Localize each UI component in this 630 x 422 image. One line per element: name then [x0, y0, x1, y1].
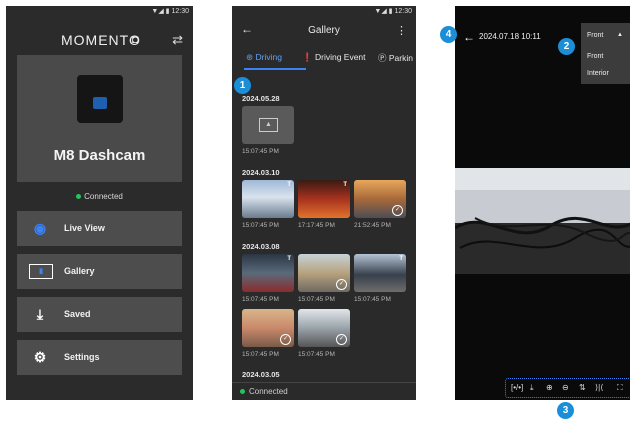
flip-vertical-icon[interactable]: ⇅ — [579, 383, 586, 392]
gallery-title: Gallery — [308, 25, 340, 36]
saved-label: Saved — [64, 309, 91, 319]
thumbnail-time: 15:07:45 PM — [242, 296, 279, 303]
thumbnail-time: 15:07:45 PM — [298, 296, 335, 303]
settings-label: Settings — [64, 352, 100, 362]
parking-icon: Ⓟ — [378, 53, 387, 63]
gallery-tabs: ⊛ Driving ❗ Driving Event Ⓟ Parkin — [232, 46, 416, 70]
date-header: 2024.05.28 — [242, 94, 280, 103]
thumbnail-time: 17:17:45 PM — [298, 222, 335, 229]
video-thumbnail[interactable]: T — [354, 254, 406, 292]
callout-1: 1 — [234, 77, 251, 94]
callout-4: 4 — [440, 26, 457, 43]
playback-controls: [•/•] ⤓ ⊕ ⊖ ⇅ ⟩|⟨ ⛶ — [505, 378, 630, 398]
switch-icon[interactable]: ⇄ — [172, 32, 183, 48]
video-frame-image — [455, 168, 630, 274]
gallery-label: Gallery — [64, 266, 95, 276]
video-thumbnail[interactable]: ✓ — [242, 309, 294, 347]
status-time: 12:30 — [171, 8, 189, 15]
video-thumbnail[interactable]: T — [298, 180, 350, 218]
thumbnail-time: 21:52:45 PM — [354, 222, 391, 229]
camera-option-interior[interactable]: Interior — [587, 70, 609, 77]
badge-label: T — [287, 182, 291, 188]
connection-footer: Connected — [232, 382, 416, 400]
dashcam-image — [77, 75, 123, 123]
gallery-screen: ▼◢ ▮ 12:30 ← Gallery ⋮ ⊛ Driving ❗ Drivi… — [232, 6, 416, 400]
video-thumbnail[interactable]: ✓ — [354, 180, 406, 218]
zoom-in-icon[interactable]: ⊕ — [546, 383, 553, 392]
live-view-button[interactable]: ◉ Live View — [17, 211, 182, 246]
camera-option-front[interactable]: Front — [587, 53, 603, 60]
active-tab-indicator — [244, 68, 306, 70]
settings-button[interactable]: ⚙ Settings — [17, 340, 182, 375]
callout-2: 2 — [558, 38, 575, 55]
alert-icon: ❗ — [302, 52, 313, 62]
badge-label: T — [287, 256, 291, 262]
flip-horizontal-icon[interactable]: ⟩|⟨ — [595, 383, 603, 392]
placeholder-thumbnail[interactable]: ▲ — [242, 106, 294, 144]
gallery-header: ← Gallery ⋮ — [232, 18, 416, 46]
gears-icon: ⚙ — [33, 349, 47, 365]
camera-brand-icon: ◘ — [132, 34, 140, 46]
download-icon: ⤓ — [36, 306, 44, 322]
connection-label: Connected — [84, 192, 123, 201]
callout-3: 3 — [557, 402, 574, 419]
tab-parking[interactable]: Ⓟ Parkin — [378, 52, 413, 64]
saved-button[interactable]: ⤓ Saved — [17, 297, 182, 332]
tab-parking-label: Parkin — [388, 53, 413, 63]
tab-driving-event-label: Driving Event — [314, 52, 366, 62]
connected-dot-icon — [240, 389, 245, 395]
tab-driving-event[interactable]: ❗ Driving Event — [302, 52, 366, 63]
check-icon: ✓ — [336, 279, 347, 290]
gallery-icon: ▮ — [29, 264, 53, 279]
fullscreen-icon[interactable]: ⛶ — [617, 383, 623, 393]
camera-selected: Front — [587, 32, 604, 39]
image-placeholder-icon: ▲ — [259, 118, 278, 132]
video-thumbnail[interactable]: ✓ — [298, 254, 350, 292]
date-header: 2024.03.10 — [242, 168, 280, 177]
brand-row: MOMENTO ◘ ⇄ — [6, 18, 193, 56]
caret-up-icon: ▲ — [617, 32, 623, 38]
steering-icon: ⊛ — [246, 52, 254, 62]
date-header: 2024.03.08 — [242, 242, 280, 251]
footer-status: Connected — [249, 387, 288, 396]
live-view-label: Live View — [64, 223, 105, 233]
video-timestamp: 2024.07.18 10:11 — [479, 32, 541, 41]
back-arrow-icon[interactable]: ← — [463, 30, 475, 44]
date-header: 2024.03.05 — [242, 370, 280, 379]
more-icon[interactable]: ⋮ — [396, 24, 407, 37]
check-icon: ✓ — [336, 334, 347, 345]
home-screen: ▼◢ ▮ 12:30 MOMENTO ◘ ⇄ M8 Dashcam Connect… — [6, 6, 193, 400]
gallery-button[interactable]: ▮ Gallery — [17, 254, 182, 289]
status-bar: ▼◢ ▮ 12:30 — [374, 8, 412, 15]
video-thumbnail[interactable]: T — [242, 254, 294, 292]
video-thumbnail[interactable]: ✓ — [298, 309, 350, 347]
check-icon: ✓ — [280, 334, 291, 345]
split-view-icon[interactable]: [•/•] — [511, 383, 523, 392]
badge-label: T — [343, 182, 347, 188]
thumbnail-time: 15:07:45 PM — [242, 351, 279, 358]
zoom-out-icon[interactable]: ⊖ — [562, 383, 569, 392]
check-icon: ✓ — [392, 205, 403, 216]
camera-select-dropdown[interactable]: Front ▲ Front Interior — [581, 23, 630, 84]
video-thumbnail[interactable]: T — [242, 180, 294, 218]
thumbnail-time: 15:07:45 PM — [354, 296, 391, 303]
thumbnail-time: 15:07:45 PM — [298, 351, 335, 358]
tab-driving-label: Driving — [255, 52, 282, 62]
tab-driving[interactable]: ⊛ Driving — [246, 52, 282, 63]
brand-logo: MOMENTO — [61, 32, 141, 48]
status-time: 12:30 — [394, 8, 412, 15]
connection-status: Connected — [6, 192, 193, 201]
badge-label: T — [399, 256, 403, 262]
thumbnail-time: 15:07:45 PM — [242, 222, 279, 229]
device-name: M8 Dashcam — [53, 147, 146, 164]
eye-icon: ◉ — [33, 220, 47, 236]
status-bar: ▼◢ ▮ 12:30 — [151, 8, 189, 15]
video-frame[interactable] — [455, 168, 630, 274]
device-card[interactable]: M8 Dashcam — [17, 55, 182, 182]
download-icon[interactable]: ⤓ — [530, 383, 534, 393]
thumbnail-time: 15:07:45 PM — [242, 148, 279, 155]
connected-dot-icon — [76, 194, 82, 200]
